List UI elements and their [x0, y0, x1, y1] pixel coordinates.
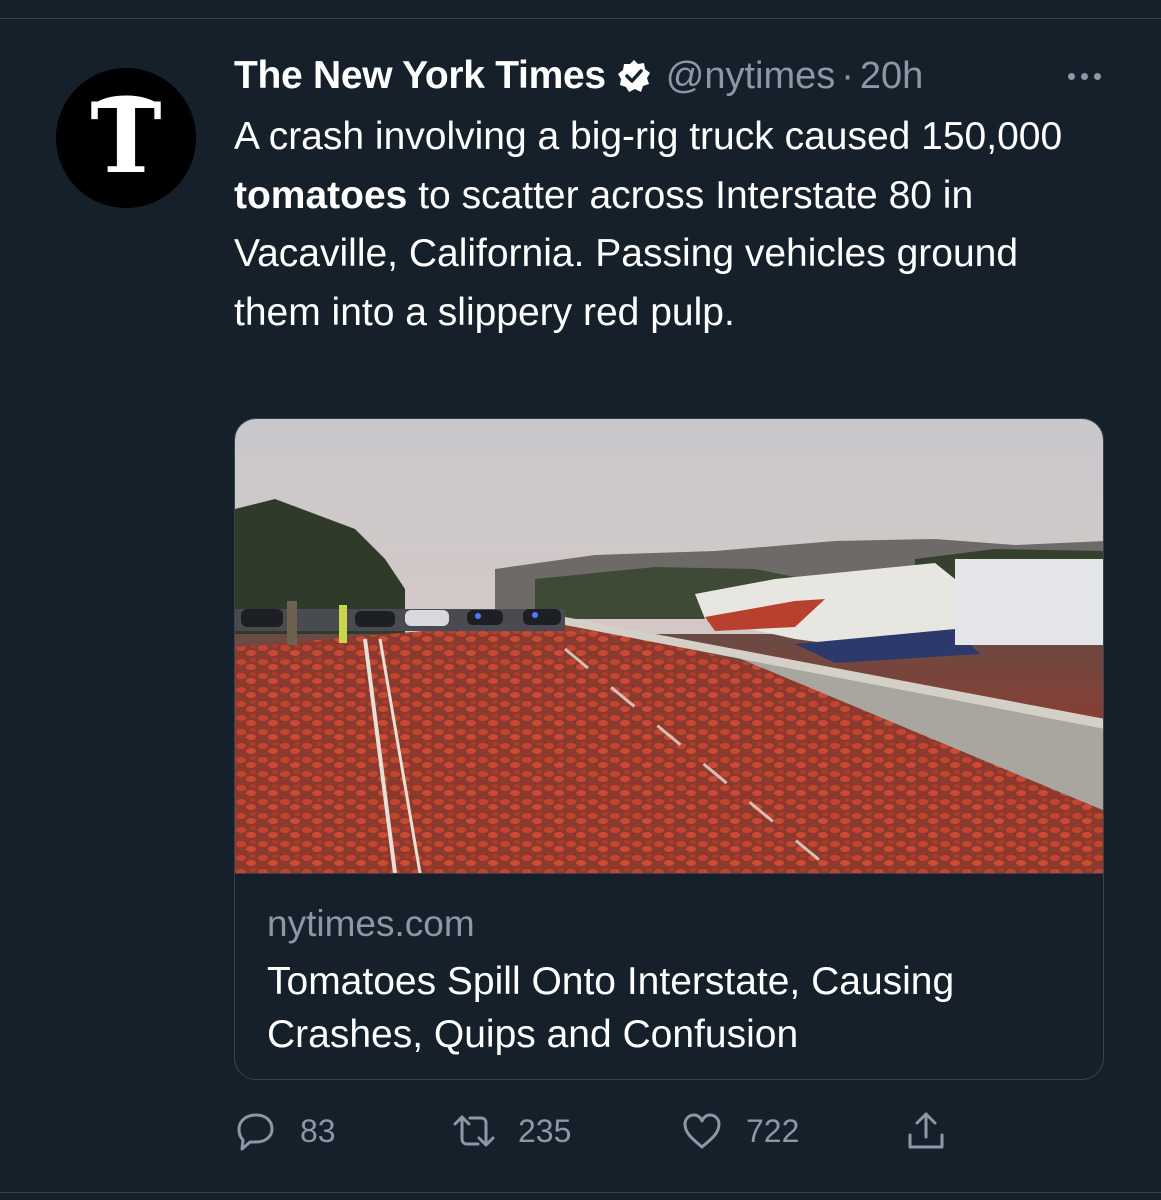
retweet-icon — [453, 1115, 495, 1147]
display-name[interactable]: The New York Times — [234, 54, 606, 98]
heart-icon — [683, 1113, 721, 1149]
card-title: Tomatoes Spill Onto Interstate, Causing … — [267, 960, 955, 1056]
reply-icon — [237, 1113, 274, 1151]
tweet-text: A crash involving a big-rig truck caused… — [234, 108, 1084, 342]
user-handle[interactable]: @nytimes — [666, 55, 836, 98]
card-image[interactable] — [235, 419, 1103, 874]
link-card[interactable]: nytimes.com Tomatoes Spill Onto Intersta… — [234, 418, 1104, 1080]
like-count: 722 — [746, 1112, 800, 1149]
tweet-actions: 83 235 722 — [234, 1104, 994, 1158]
tweet-header: The New York Times @nytimes · 20h — [234, 50, 1114, 102]
timestamp[interactable]: 20h — [860, 55, 923, 98]
tweet-text-part1: A crash involving a big-rig truck caused… — [234, 115, 1063, 158]
bottom-divider — [0, 1192, 1161, 1193]
top-divider — [0, 18, 1161, 19]
avatar[interactable]: T — [56, 68, 196, 208]
retweet-button[interactable]: 235 — [452, 1104, 571, 1158]
more-options-icon[interactable] — [1056, 50, 1112, 102]
card-domain: nytimes.com — [267, 903, 475, 944]
tweet-text-bold[interactable]: tomatoes — [234, 174, 407, 217]
like-button[interactable]: 722 — [680, 1104, 799, 1158]
share-icon — [908, 1112, 944, 1149]
reply-count: 83 — [300, 1112, 336, 1149]
share-button[interactable] — [904, 1104, 948, 1158]
separator-dot: · — [841, 54, 854, 97]
verified-badge-icon — [616, 58, 652, 94]
nyt-logo-icon: T — [56, 68, 196, 208]
retweet-count: 235 — [518, 1112, 572, 1149]
reply-button[interactable]: 83 — [234, 1104, 336, 1158]
